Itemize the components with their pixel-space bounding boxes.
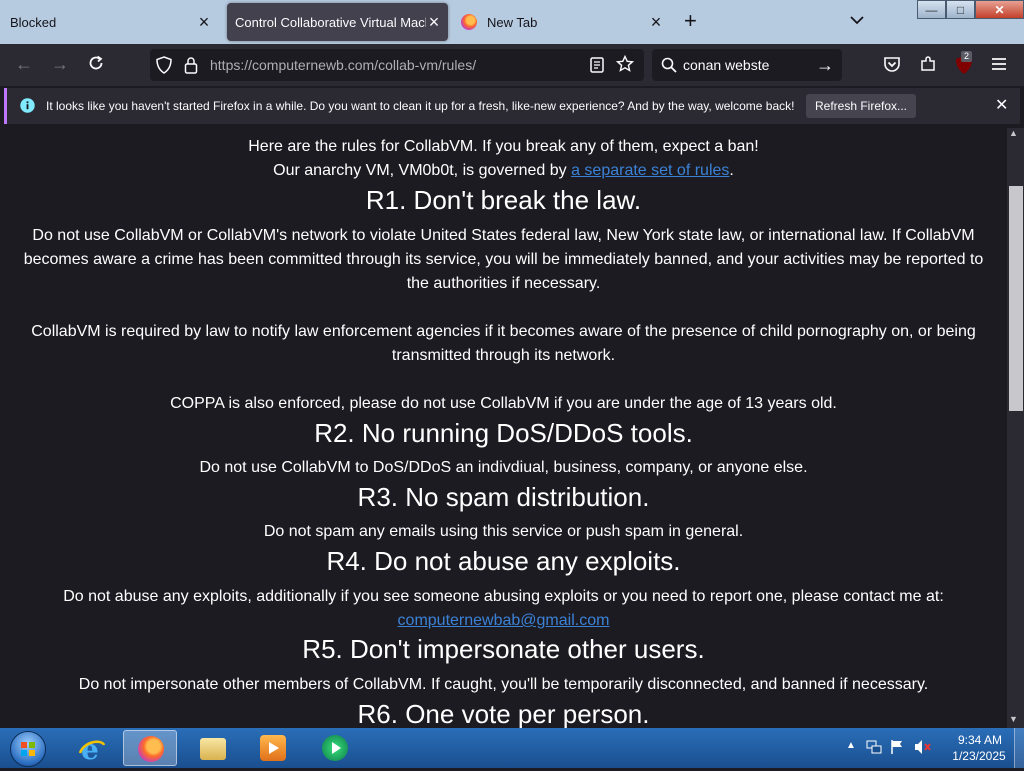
- rule-5-heading: R5. Don't impersonate other users.: [302, 634, 705, 664]
- firefox-icon: [461, 14, 477, 30]
- taskbar-file-explorer[interactable]: [186, 730, 240, 766]
- notification-bar: It looks like you haven't started Firefo…: [4, 88, 1020, 124]
- network-icon[interactable]: [866, 739, 882, 760]
- tab-blocked[interactable]: Blocked ×: [0, 3, 220, 41]
- close-notification-icon[interactable]: ✕: [995, 95, 1008, 115]
- volume-muted-icon[interactable]: [914, 739, 932, 760]
- forward-arrow-icon[interactable]: →: [48, 54, 72, 74]
- scroll-down-arrow-icon[interactable]: ▼: [1009, 714, 1018, 724]
- clock-time[interactable]: 9:34 AM: [950, 733, 1010, 747]
- close-window-button[interactable]: ✕: [975, 0, 1024, 19]
- minimize-button[interactable]: —: [917, 0, 946, 19]
- url-path: /collab-vm/rules/: [374, 57, 477, 73]
- taskbar-internet-explorer[interactable]: e: [64, 730, 118, 766]
- windows-start-orb-icon: [10, 731, 46, 767]
- close-tab-icon[interactable]: ×: [196, 13, 212, 31]
- bookmark-star-icon[interactable]: [615, 54, 635, 78]
- refresh-firefox-button[interactable]: Refresh Firefox...: [806, 94, 916, 118]
- rule-4-heading: R4. Do not abuse any exploits.: [326, 546, 681, 576]
- tab-strip: Blocked × Control Collaborative Virtual …: [0, 0, 1024, 44]
- url-bar[interactable]: https://computernewb.com/collab-vm/rules…: [150, 49, 644, 81]
- rule-1-heading: R1. Don't break the law.: [365, 185, 642, 215]
- clock-date[interactable]: 1/23/2025: [944, 749, 1014, 763]
- taskbar-firefox[interactable]: [123, 730, 177, 766]
- rule-3-heading: R3. No spam distribution.: [357, 482, 650, 512]
- search-bar[interactable]: conan webste →: [652, 49, 842, 81]
- tab-label: New Tab: [487, 14, 538, 30]
- show-hidden-icons-arrow-icon[interactable]: ▲: [846, 740, 856, 751]
- contact-email-link[interactable]: computernewbab@gmail.com: [398, 612, 610, 629]
- close-tab-icon[interactable]: ×: [426, 13, 442, 31]
- page-content: Here are the rules for CollabVM. If you …: [0, 128, 1007, 728]
- back-arrow-icon[interactable]: ←: [12, 54, 36, 74]
- maximize-button[interactable]: □: [946, 0, 975, 19]
- rule-5-paragraph: Do not impersonate other members of Coll…: [78, 676, 929, 693]
- tab-label: Control Collaborative Virtual Machine: [235, 14, 426, 30]
- pocket-icon[interactable]: [883, 56, 901, 78]
- ublock-origin-icon[interactable]: 2: [955, 51, 973, 80]
- shield-icon[interactable]: [156, 56, 172, 79]
- start-button[interactable]: [2, 729, 52, 767]
- system-tray: ▲ 9:34 AM 1/23/2025: [840, 728, 1024, 768]
- close-tab-icon[interactable]: ×: [648, 13, 664, 31]
- scrollbar-thumb[interactable]: [1009, 186, 1023, 411]
- media-player-icon: [260, 735, 286, 761]
- info-icon: [20, 98, 35, 118]
- intro-period: .: [729, 162, 734, 179]
- notification-message: It looks like you haven't started Firefo…: [46, 99, 795, 113]
- search-go-arrow-icon[interactable]: →: [816, 55, 834, 76]
- hamburger-menu-icon[interactable]: [991, 56, 1007, 77]
- rule-6-heading: R6. One vote per person.: [357, 699, 650, 728]
- firefox-icon: [138, 736, 164, 762]
- tab-new-tab[interactable]: New Tab ×: [455, 3, 670, 41]
- list-all-tabs-chevron-icon[interactable]: [850, 12, 864, 28]
- intro-line-1: Here are the rules for CollabVM. If you …: [248, 138, 759, 155]
- rule-4-email-line: computernewbab@gmail.com: [10, 609, 997, 633]
- url-host: https://computernewb.com: [210, 57, 375, 73]
- taskbar-media-player[interactable]: [246, 730, 300, 766]
- taskbar-media-center[interactable]: [308, 730, 362, 766]
- reload-icon[interactable]: [84, 54, 108, 76]
- navigation-toolbar: ← → https://computernewb.com/collab-vm/r…: [0, 44, 1024, 86]
- rule-1-paragraph-1: Do not use CollabVM or CollabVM's networ…: [23, 227, 984, 292]
- action-center-flag-icon[interactable]: [890, 739, 904, 760]
- intro-line-2: Our anarchy VM, VM0b0t, is governed by a…: [10, 159, 997, 183]
- file-explorer-icon: [200, 738, 226, 760]
- search-input[interactable]: conan webste: [683, 57, 769, 73]
- url-text[interactable]: https://computernewb.com/collab-vm/rules…: [210, 57, 476, 73]
- search-icon: [661, 57, 677, 78]
- tab-label: Blocked: [10, 14, 57, 30]
- rule-3-paragraph: Do not spam any emails using this servic…: [263, 523, 744, 540]
- separate-rules-link[interactable]: a separate set of rules: [571, 162, 729, 179]
- extension-badge: 2: [961, 51, 973, 62]
- rule-2-heading: R2. No running DoS/DDoS tools.: [314, 418, 693, 448]
- tab-collabvm[interactable]: Control Collaborative Virtual Machine ×: [227, 3, 448, 41]
- rule-2-paragraph: Do not use CollabVM to DoS/DDoS an indiv…: [199, 459, 808, 476]
- lock-icon[interactable]: [184, 56, 198, 79]
- internet-explorer-icon: e: [78, 733, 106, 766]
- media-center-icon: [322, 735, 348, 761]
- rule-1-paragraph-3: COPPA is also enforced, please do not us…: [170, 395, 837, 412]
- extensions-puzzle-icon[interactable]: [919, 55, 937, 78]
- intro-text: Our anarchy VM, VM0b0t, is governed by: [273, 162, 572, 179]
- taskbar: e ▲ 9:34 AM 1/23/2025: [0, 728, 1024, 768]
- rule-1-paragraph-2: CollabVM is required by law to notify la…: [31, 323, 976, 364]
- rule-4-paragraph: Do not abuse any exploits, additionally …: [63, 588, 944, 605]
- reader-view-icon[interactable]: [590, 57, 604, 78]
- svg-text:e: e: [81, 735, 99, 763]
- scroll-up-arrow-icon[interactable]: ▲: [1009, 128, 1018, 138]
- show-desktop-button[interactable]: [1014, 728, 1024, 768]
- new-tab-plus-icon[interactable]: +: [684, 10, 697, 32]
- window-controls: — □ ✕: [917, 0, 1024, 20]
